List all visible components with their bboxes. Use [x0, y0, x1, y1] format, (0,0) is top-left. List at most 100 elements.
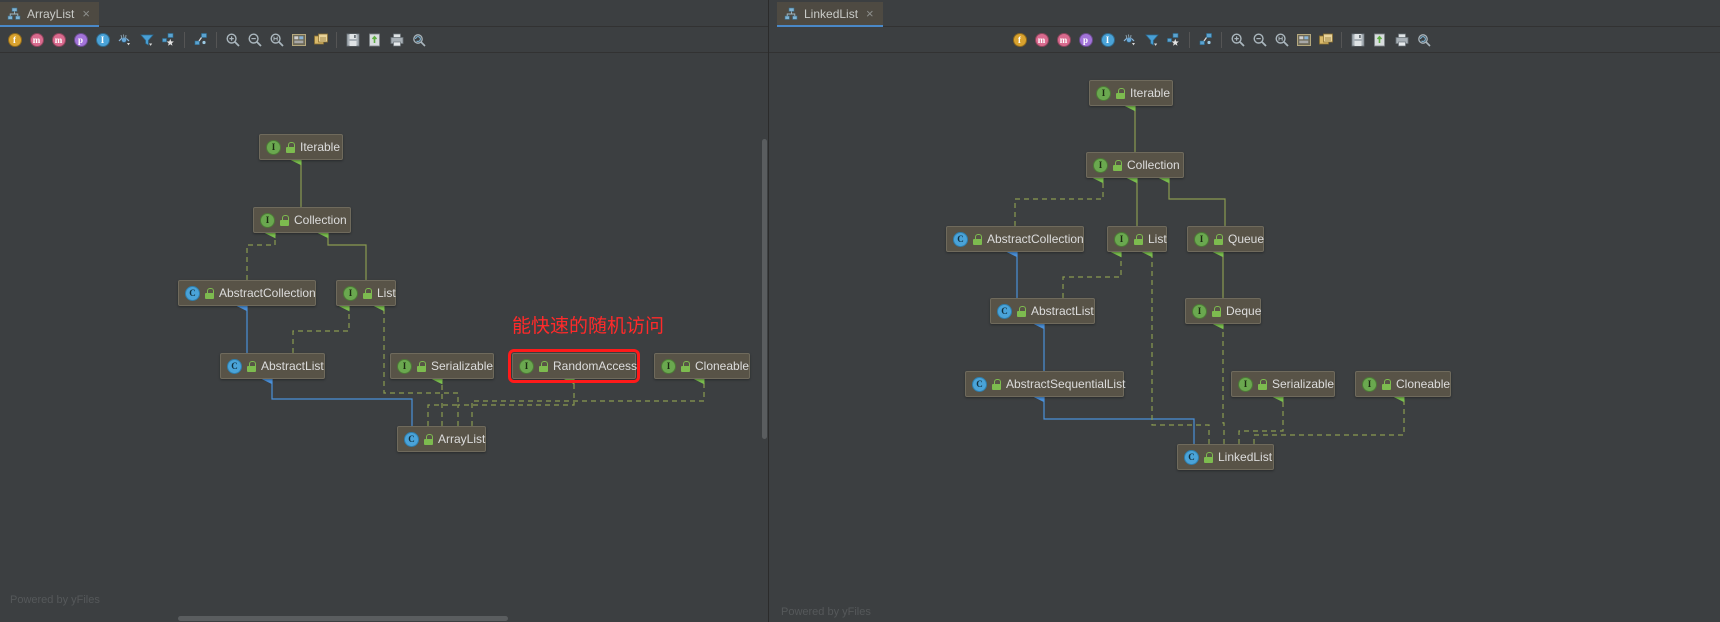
node-abstractsequentiallist[interactable]: C AbstractSequentialList: [965, 371, 1126, 397]
node-label: Queue: [1228, 232, 1265, 246]
node-collection[interactable]: I Collection: [253, 207, 351, 233]
lock-icon: [1204, 451, 1213, 463]
close-icon[interactable]: ×: [82, 7, 90, 20]
print-icon: [390, 33, 403, 46]
edges-icon: [1199, 32, 1212, 45]
node-collection[interactable]: I Collection: [1086, 152, 1184, 178]
save-icon: [346, 33, 359, 46]
inner-class-icon: I: [1100, 32, 1115, 47]
node-serializable[interactable]: I Serializable: [1231, 371, 1335, 397]
export-image-button[interactable]: [310, 29, 331, 50]
property-icon: p: [1078, 32, 1093, 47]
node-cloneable[interactable]: I Cloneable: [1355, 371, 1451, 397]
filter-button[interactable]: [136, 29, 157, 50]
export-icon: [1318, 33, 1333, 44]
node-linkedlist[interactable]: C LinkedList: [1177, 444, 1274, 470]
node-deque[interactable]: I Deque: [1185, 298, 1261, 324]
fit-content-button[interactable]: [288, 29, 309, 50]
save-diagram-button[interactable]: [342, 29, 363, 50]
inner-classes-filter-button[interactable]: I: [1097, 29, 1118, 50]
zoom-out-button[interactable]: [244, 29, 265, 50]
node-randomaccess[interactable]: I RandomAccess: [508, 349, 640, 383]
methods-filter-button[interactable]: m: [1053, 29, 1074, 50]
open-icon: [368, 33, 380, 46]
lock-icon: [1017, 305, 1026, 317]
node-abstractcollection[interactable]: C AbstractCollection: [946, 226, 1084, 252]
export-image-button[interactable]: [1315, 29, 1336, 50]
interface-badge-icon: I: [1194, 231, 1209, 247]
lock-icon: [363, 287, 372, 299]
watermark-right: Powered by yFiles: [781, 606, 871, 618]
print-diagram-button[interactable]: [386, 29, 407, 50]
actual-size-button[interactable]: [1271, 29, 1292, 50]
toolbar-right: f m m p I: [769, 27, 1720, 53]
open-file-button[interactable]: [1369, 29, 1390, 50]
node-iterable[interactable]: I Iterable: [1089, 80, 1173, 106]
eye-icon: [118, 33, 130, 45]
lock-icon: [992, 378, 1001, 390]
close-icon[interactable]: ×: [866, 7, 874, 20]
node-label: Deque: [1226, 304, 1262, 318]
canvas-arraylist[interactable]: I Iterable I Collection C AbstractCollec…: [0, 53, 768, 622]
node-serializable[interactable]: I Serializable: [390, 353, 494, 379]
node-abstractlist[interactable]: C AbstractList: [220, 353, 325, 379]
node-list[interactable]: I List: [336, 280, 396, 306]
node-cloneable[interactable]: I Cloneable: [654, 353, 750, 379]
node-queue[interactable]: I Queue: [1187, 226, 1264, 252]
lock-icon: [681, 360, 690, 372]
node-label: AbstractSequentialList: [1006, 377, 1126, 391]
node-arraylist[interactable]: C ArrayList: [397, 426, 486, 452]
interface-badge-icon: I: [343, 285, 358, 301]
lock-icon: [1382, 378, 1391, 390]
inner-classes-filter-button[interactable]: I: [92, 29, 113, 50]
visibility-scope-button[interactable]: [1119, 29, 1140, 50]
node-label: Cloneable: [1396, 377, 1451, 391]
interface-badge-icon: I: [260, 212, 275, 228]
zoom-in-button[interactable]: [1227, 29, 1248, 50]
interface-badge-icon: I: [1192, 303, 1207, 319]
node-list[interactable]: I List: [1107, 226, 1167, 252]
node-label: ArrayList: [438, 432, 486, 446]
zoom-out-button[interactable]: [1249, 29, 1270, 50]
methods-star-filter-button[interactable]: m: [26, 29, 47, 50]
interface-badge-icon: I: [1238, 376, 1253, 392]
node-iterable[interactable]: I Iterable: [259, 134, 343, 160]
actual-size-button[interactable]: [266, 29, 287, 50]
print-diagram-button[interactable]: [1391, 29, 1412, 50]
layout-magic-button[interactable]: [158, 29, 179, 50]
visibility-scope-button[interactable]: [114, 29, 135, 50]
node-label: LinkedList: [1218, 450, 1273, 464]
open-file-button[interactable]: [364, 29, 385, 50]
refresh-diagram-button[interactable]: [1413, 29, 1434, 50]
toolbar-separator: [216, 31, 217, 48]
methods-star-filter-button[interactable]: m: [1031, 29, 1052, 50]
canvas-linkedlist[interactable]: I Iterable I Collection C AbstractCollec…: [769, 53, 1720, 622]
horizontal-scrollbar-left[interactable]: [178, 616, 508, 621]
show-edges-button[interactable]: [190, 29, 211, 50]
properties-filter-button[interactable]: p: [1075, 29, 1096, 50]
zoom-in-icon: [225, 32, 240, 47]
methods-filter-button[interactable]: m: [48, 29, 69, 50]
node-abstractcollection[interactable]: C AbstractCollection: [178, 280, 316, 306]
layout-magic-button[interactable]: [1163, 29, 1184, 50]
save-diagram-button[interactable]: [1347, 29, 1368, 50]
filter-button[interactable]: [1141, 29, 1162, 50]
tab-arraylist[interactable]: ArrayList ×: [0, 2, 99, 27]
show-edges-button[interactable]: [1195, 29, 1216, 50]
fit-content-button[interactable]: [1293, 29, 1314, 50]
zoom-out-icon: [1252, 32, 1267, 47]
node-label: Cloneable: [695, 359, 750, 373]
properties-filter-button[interactable]: p: [70, 29, 91, 50]
class-badge-icon: C: [404, 431, 419, 447]
node-abstractlist[interactable]: C AbstractList: [990, 298, 1095, 324]
interface-badge-icon: I: [266, 139, 281, 155]
lock-icon: [280, 214, 289, 226]
lock-icon: [247, 360, 256, 372]
zoom-in-button[interactable]: [222, 29, 243, 50]
vertical-scrollbar-left[interactable]: [762, 139, 767, 439]
tab-linkedlist[interactable]: LinkedList ×: [777, 2, 883, 27]
fields-filter-button[interactable]: f: [4, 29, 25, 50]
fields-filter-button[interactable]: f: [1009, 29, 1030, 50]
funnel-icon: [1144, 34, 1159, 46]
refresh-diagram-button[interactable]: [408, 29, 429, 50]
